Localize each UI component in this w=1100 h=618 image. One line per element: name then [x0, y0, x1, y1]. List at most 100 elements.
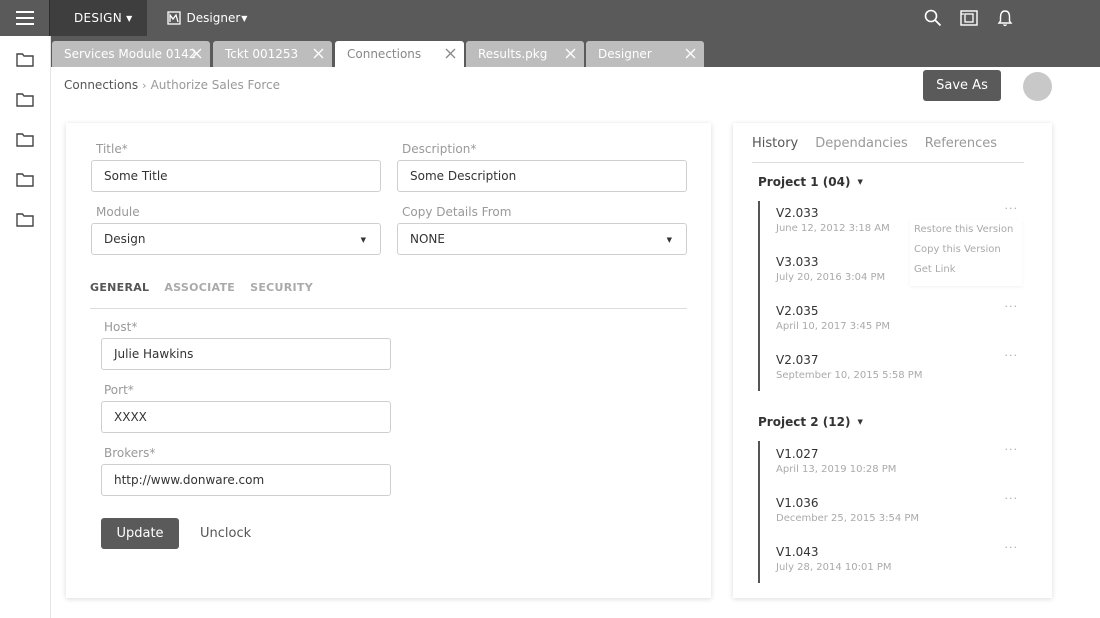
timeline-line — [758, 441, 760, 583]
tab-label: Services Module 0142 — [64, 47, 197, 61]
description-label: Description* — [402, 142, 477, 156]
tab-dependancies[interactable]: Dependancies — [815, 136, 908, 151]
subtabs-divider — [90, 308, 687, 309]
top-bar: DESIGN ▼ Designer ▼ — [0, 0, 1100, 36]
tab-designer[interactable]: Designer — [586, 41, 704, 67]
version-name: V1.036 — [776, 496, 819, 510]
host-field[interactable]: Julie Hawkins — [101, 338, 391, 370]
copy-version-item[interactable]: Copy this Version — [914, 240, 1022, 260]
title-field[interactable]: Some Title — [91, 160, 381, 192]
version-item[interactable]: V2.037 September 10, 2015 5:58 PM — [776, 353, 922, 381]
tab-tckt[interactable]: Tckt 001253 — [213, 41, 332, 67]
version-item[interactable]: V1.043 July 28, 2014 10:01 PM — [776, 545, 892, 573]
host-label: Host* — [104, 320, 138, 334]
close-icon[interactable] — [191, 48, 202, 59]
version-item[interactable]: V1.027 April 13, 2019 10:28 PM — [776, 447, 896, 475]
form-subtabs: GENERAL ASSOCIATE SECURITY — [90, 281, 313, 294]
more-icon[interactable]: ··· — [1005, 349, 1019, 362]
chevron-down-icon: ▼ — [666, 236, 672, 244]
search-icon[interactable] — [922, 7, 944, 29]
update-button[interactable]: Update — [101, 518, 179, 549]
more-icon[interactable]: ··· — [1005, 492, 1019, 505]
module-select[interactable]: Design ▼ — [91, 223, 381, 255]
tab-history[interactable]: History — [752, 136, 798, 151]
close-icon[interactable] — [685, 48, 696, 59]
tab-security[interactable]: SECURITY — [250, 281, 313, 294]
folder-icon[interactable] — [16, 92, 34, 108]
brokers-field[interactable]: http://www.donware.com — [101, 464, 391, 496]
history-tabs-divider — [752, 162, 1024, 163]
chevron-down-icon: ▼ — [241, 13, 248, 23]
avatar[interactable] — [1023, 72, 1052, 101]
description-value: Some Description — [410, 169, 517, 183]
version-context-menu: Restore this Version Copy this Version G… — [910, 220, 1022, 286]
version-item[interactable]: V2.035 April 10, 2017 3:45 PM — [776, 304, 890, 332]
folder-icon[interactable] — [16, 52, 34, 68]
preview-window-icon[interactable] — [958, 7, 980, 29]
tab-associate[interactable]: ASSOCIATE — [164, 281, 235, 294]
tab-references[interactable]: References — [925, 136, 997, 151]
folder-icon[interactable] — [16, 132, 34, 148]
tab-label: Designer — [598, 47, 652, 61]
chevron-down-icon: ▼ — [360, 236, 366, 244]
hamburger-menu-icon[interactable] — [0, 0, 50, 36]
more-icon[interactable]: ··· — [1005, 202, 1019, 215]
design-menu-label: DESIGN — [74, 11, 123, 25]
version-name: V2.035 — [776, 304, 819, 318]
chevron-down-icon: ▼ — [126, 13, 133, 23]
version-date: April 10, 2017 3:45 PM — [776, 321, 891, 332]
history-panel: History Dependancies References Project … — [733, 123, 1052, 598]
folder-icon[interactable] — [16, 172, 34, 188]
port-value: XXXX — [114, 410, 147, 424]
more-icon[interactable]: ··· — [1005, 443, 1019, 456]
tab-label: Connections — [347, 47, 422, 61]
tab-general[interactable]: GENERAL — [90, 281, 149, 294]
port-field[interactable]: XXXX — [101, 401, 391, 433]
breadcrumb: Connections › Authorize Sales Force — [64, 78, 280, 92]
history-tabs: History Dependancies References — [752, 136, 997, 151]
document-tabs: Services Module 0142 Tckt 001253 Connect… — [51, 36, 1100, 67]
connection-form: Title* Some Title Description* Some Desc… — [66, 123, 711, 598]
unclock-button[interactable]: Unclock — [200, 526, 251, 541]
host-value: Julie Hawkins — [114, 347, 194, 361]
version-item[interactable]: V1.036 December 25, 2015 3:54 PM — [776, 496, 919, 524]
title-label: Title* — [96, 142, 128, 156]
folder-icon[interactable] — [16, 212, 34, 228]
copy-details-select[interactable]: NONE ▼ — [397, 223, 687, 255]
version-item[interactable]: V2.033 June 12, 2012 3:18 AM — [776, 206, 890, 234]
chevron-down-icon: ▼ — [857, 418, 863, 426]
version-date: September 10, 2015 5:58 PM — [776, 370, 923, 381]
brokers-label: Brokers* — [104, 446, 156, 460]
tab-results[interactable]: Results.pkg — [466, 41, 584, 67]
project-header[interactable]: Project 2 (12) ▼ — [758, 415, 863, 429]
close-icon[interactable] — [445, 48, 456, 59]
close-icon[interactable] — [565, 48, 576, 59]
restore-version-item[interactable]: Restore this Version — [914, 220, 1022, 240]
version-name: V2.033 — [776, 206, 819, 220]
title-value: Some Title — [104, 169, 168, 183]
breadcrumb-parent[interactable]: Connections — [64, 78, 138, 92]
copy-details-value: NONE — [410, 232, 445, 246]
more-icon[interactable]: ··· — [1005, 541, 1019, 554]
project-header[interactable]: Project 1 (04) ▼ — [758, 175, 863, 189]
module-value: Design — [104, 232, 146, 246]
port-label: Port* — [104, 383, 134, 397]
design-menu[interactable]: DESIGN ▼ — [50, 0, 147, 36]
get-link-item[interactable]: Get Link — [914, 260, 1022, 280]
breadcrumb-current: Authorize Sales Force — [150, 78, 281, 92]
copy-details-label: Copy Details From — [402, 205, 512, 219]
version-date: July 20, 2016 3:04 PM — [776, 272, 886, 283]
designer-menu[interactable]: Designer ▼ — [147, 0, 248, 36]
tab-connections[interactable]: Connections — [335, 41, 464, 67]
close-icon[interactable] — [313, 48, 324, 59]
save-as-button[interactable]: Save As — [923, 70, 1001, 101]
project-name: Project 1 (04) — [758, 175, 851, 189]
description-field[interactable]: Some Description — [397, 160, 687, 192]
more-icon[interactable]: ··· — [1005, 300, 1019, 313]
designer-icon — [166, 11, 181, 25]
tab-services-module[interactable]: Services Module 0142 — [52, 41, 210, 67]
bell-icon[interactable] — [994, 7, 1016, 29]
timeline-line — [758, 201, 760, 391]
left-rail — [0, 36, 51, 618]
version-item[interactable]: V3.033 July 20, 2016 3:04 PM — [776, 255, 885, 283]
